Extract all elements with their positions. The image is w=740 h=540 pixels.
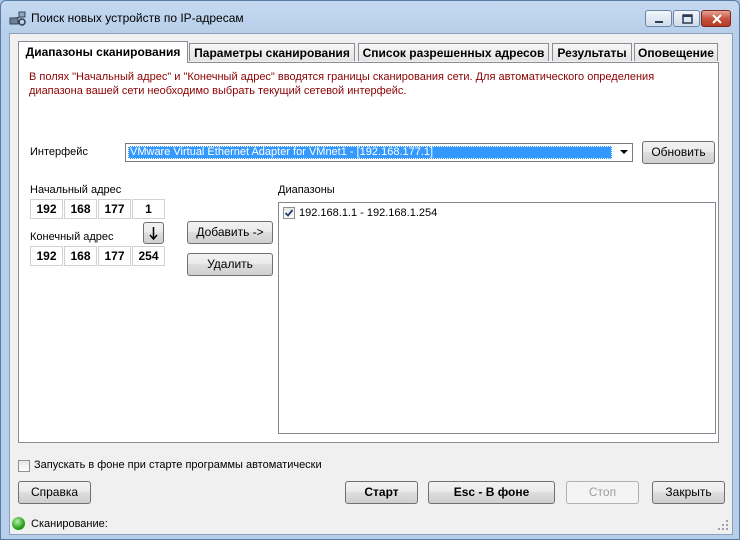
range-text: 192.168.1.1 - 192.168.1.254: [299, 207, 438, 219]
chevron-down-icon[interactable]: [620, 150, 628, 154]
arrow-down-icon: [149, 227, 158, 241]
start-address-octet-3[interactable]: 177: [98, 199, 131, 219]
close-window-button[interactable]: [701, 10, 731, 27]
ranges-list[interactable]: 192.168.1.1 - 192.168.1.254: [278, 202, 716, 434]
end-address-octet-1[interactable]: 192: [30, 246, 63, 266]
run-in-background-button[interactable]: Esc - В фоне: [428, 481, 555, 504]
maximize-icon: [682, 14, 693, 24]
start-address-octet-2[interactable]: 168: [64, 199, 97, 219]
maximize-button[interactable]: [673, 10, 700, 27]
close-button[interactable]: Закрыть: [652, 481, 725, 504]
tab-scan-parameters[interactable]: Параметры сканирования: [189, 43, 355, 61]
checkmark-icon: [284, 209, 294, 217]
start-button[interactable]: Старт: [345, 481, 418, 504]
refresh-button[interactable]: Обновить: [642, 141, 715, 164]
scan-ranges-panel: В полях "Начальный адрес" и "Конечный ад…: [18, 62, 719, 443]
end-address-label: Конечный адрес: [30, 231, 114, 243]
close-icon: [712, 14, 722, 24]
info-text: В полях "Начальный адрес" и "Конечный ад…: [29, 71, 655, 97]
tab-allowed-addresses[interactable]: Список разрешенных адресов: [358, 43, 549, 61]
copy-start-to-end-button[interactable]: [143, 222, 164, 244]
add-range-button[interactable]: Добавить ->: [187, 221, 273, 244]
interface-selected-value: VMware Virtual Ethernet Adapter for VMne…: [128, 146, 612, 159]
start-address-octet-4[interactable]: 1: [132, 199, 165, 219]
end-address-octet-4[interactable]: 254: [132, 246, 165, 266]
start-address-label: Начальный адрес: [30, 184, 122, 196]
autostart-label[interactable]: Запускать в фоне при старте программы ав…: [34, 459, 322, 471]
window-title: Поиск новых устройств по IP-адресам: [31, 11, 244, 25]
status-indicator-icon: [12, 517, 25, 530]
interface-dropdown[interactable]: VMware Virtual Ethernet Adapter for VMne…: [125, 143, 633, 162]
title-bar[interactable]: Поиск новых устройств по IP-адресам: [1, 1, 739, 33]
end-address-octet-2[interactable]: 168: [64, 246, 97, 266]
range-checkbox[interactable]: [283, 207, 295, 219]
autostart-checkbox[interactable]: [18, 460, 30, 472]
network-scan-icon: [9, 9, 27, 27]
status-text: Сканирование:: [31, 518, 108, 530]
tab-scan-ranges[interactable]: Диапазоны сканирования: [18, 41, 188, 63]
resize-grip-icon[interactable]: [718, 520, 729, 531]
start-address-octet-1[interactable]: 192: [30, 199, 63, 219]
delete-range-button[interactable]: Удалить: [187, 253, 273, 276]
help-button[interactable]: Справка: [18, 481, 91, 504]
tab-notification[interactable]: Оповещение: [634, 43, 718, 61]
interface-label: Интерфейс: [30, 146, 88, 158]
end-address-octet-3[interactable]: 177: [98, 246, 131, 266]
dialog-client-area: Диапазоны сканирования Параметры сканиро…: [9, 33, 733, 535]
main-window: Поиск новых устройств по IP-адресам Диап…: [0, 0, 740, 540]
stop-button[interactable]: Стоп: [566, 481, 639, 504]
minimize-icon: [655, 21, 663, 23]
minimize-button[interactable]: [645, 10, 672, 27]
ranges-label: Диапазоны: [278, 184, 335, 196]
tab-results[interactable]: Результаты: [552, 43, 632, 61]
